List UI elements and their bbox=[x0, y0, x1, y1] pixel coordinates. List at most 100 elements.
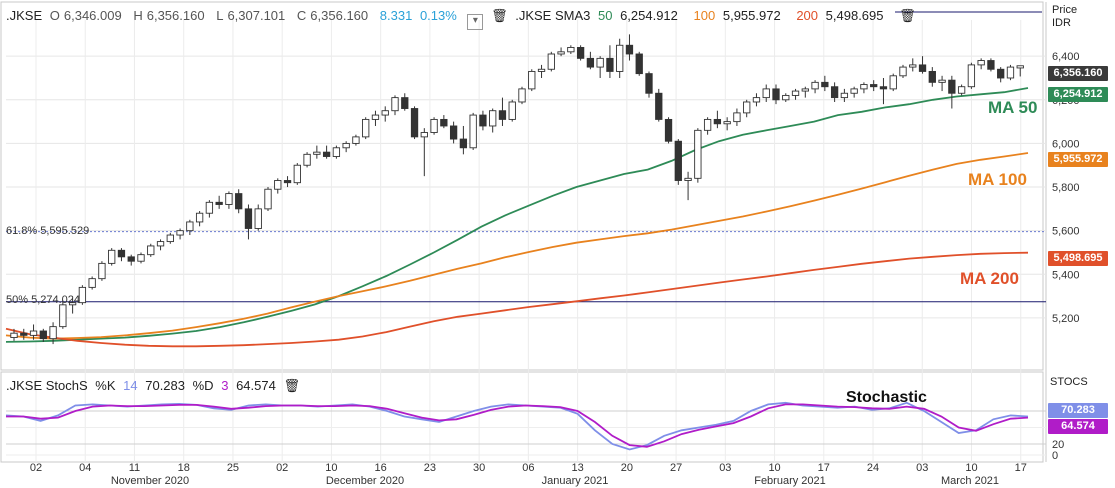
x-day-tick-label: 10 bbox=[965, 462, 977, 474]
candle-body bbox=[205, 201, 214, 214]
x-day-tick-label: 18 bbox=[178, 462, 190, 474]
candle-body bbox=[518, 88, 526, 103]
candle-body bbox=[371, 114, 380, 120]
candle-body bbox=[899, 66, 907, 77]
stoch-d-value: 64.574 bbox=[236, 378, 276, 393]
ma-series-line bbox=[5, 87, 1029, 343]
price-tick-label: 5,200 bbox=[1052, 313, 1080, 325]
candle-body bbox=[997, 68, 1005, 79]
candle-body bbox=[59, 304, 67, 328]
candle-body bbox=[909, 64, 917, 68]
candle-body bbox=[938, 79, 946, 83]
low-label: L 6,307.101 bbox=[216, 8, 286, 23]
candle-body bbox=[176, 230, 184, 236]
x-day-tick-label: 30 bbox=[473, 462, 485, 474]
candle-body bbox=[254, 208, 262, 229]
ma50-price-tag: 6,254.912 bbox=[1048, 87, 1108, 102]
trash-icon[interactable]: 🗑 bbox=[283, 378, 300, 393]
change-percent: 0.13% bbox=[419, 8, 457, 23]
candle-body bbox=[147, 245, 155, 256]
candle-body bbox=[870, 84, 878, 88]
candle-body bbox=[879, 86, 888, 90]
sma100-period: 100 bbox=[693, 8, 716, 23]
ma100-price-tag: 5,955.972 bbox=[1048, 152, 1108, 167]
candle-body bbox=[557, 51, 565, 55]
candle-body bbox=[733, 112, 741, 123]
stoch-series-line bbox=[5, 401, 1029, 451]
x-day-tick-label: 11 bbox=[129, 462, 140, 474]
candle-body bbox=[264, 188, 272, 210]
x-day-tick-label: 17 bbox=[818, 462, 830, 474]
candle-body bbox=[49, 326, 57, 340]
ma200-annotation: MA 200 bbox=[960, 269, 1019, 288]
candle-body bbox=[830, 86, 839, 99]
price-tick-label: 5,400 bbox=[1052, 269, 1080, 281]
chart-window: 6,4006,2006,0005,8005,6005,4005,20002041… bbox=[0, 0, 1115, 488]
candle-body bbox=[703, 118, 712, 131]
candle-body bbox=[645, 73, 653, 94]
candle-body bbox=[821, 81, 829, 88]
sma100-value: 5,955.972 bbox=[722, 8, 781, 23]
candle-body bbox=[498, 110, 507, 120]
candle-body bbox=[811, 81, 819, 90]
fib-50-label: 50% 5,274.024 bbox=[6, 294, 81, 306]
price-header: .JKSE O 6,346.009 H 6,356.160 L 6,307.101 C… bbox=[6, 6, 920, 30]
candle-body bbox=[606, 57, 614, 72]
candle-body bbox=[547, 53, 555, 70]
candle-body bbox=[977, 60, 985, 66]
stoch-k-tag: 70.283 bbox=[1048, 403, 1108, 418]
candle-body bbox=[479, 114, 487, 127]
candle-body bbox=[88, 278, 96, 288]
candle-body bbox=[186, 221, 194, 232]
close-price-tag: 6,356.160 bbox=[1048, 66, 1108, 81]
candle-body bbox=[303, 153, 311, 166]
candle-body bbox=[674, 140, 682, 181]
candle-body bbox=[801, 88, 809, 92]
candle-body bbox=[655, 92, 663, 120]
candle-body bbox=[664, 118, 673, 142]
x-day-tick-label: 06 bbox=[522, 462, 534, 474]
change-value: 8.331 bbox=[379, 8, 413, 23]
candle-body bbox=[352, 136, 360, 144]
candle-body bbox=[957, 86, 966, 94]
trash-icon[interactable]: 🗑 bbox=[491, 8, 508, 23]
candle-body bbox=[596, 57, 604, 68]
x-month-label: January 2021 bbox=[542, 475, 609, 487]
candle-body bbox=[791, 90, 800, 96]
candle-body bbox=[528, 70, 536, 90]
candle-body bbox=[235, 193, 243, 210]
candle-body bbox=[322, 151, 331, 157]
sma200-value: 5,498.695 bbox=[825, 8, 884, 23]
candle-body bbox=[948, 79, 956, 94]
candle-body bbox=[410, 108, 419, 138]
candle-body bbox=[313, 151, 321, 155]
x-day-tick-label: 24 bbox=[867, 462, 879, 474]
candle-body bbox=[459, 138, 468, 149]
x-day-tick-label: 25 bbox=[227, 462, 239, 474]
candle-body bbox=[98, 262, 106, 280]
candle-body bbox=[166, 234, 174, 243]
candle-body bbox=[156, 241, 165, 247]
sma200-period: 200 bbox=[796, 8, 819, 23]
chevron-down-icon[interactable]: ▾ bbox=[467, 14, 484, 30]
ma100-annotation: MA 100 bbox=[968, 170, 1027, 189]
candle-body bbox=[244, 208, 253, 229]
price-tick-label: 5,600 bbox=[1052, 226, 1080, 238]
candle-body bbox=[381, 110, 389, 116]
price-axis-unit: IDR bbox=[1052, 17, 1071, 29]
x-day-tick-label: 04 bbox=[79, 462, 91, 474]
x-month-label: November 2020 bbox=[111, 475, 189, 487]
x-day-tick-label: 17 bbox=[1015, 462, 1027, 474]
x-day-tick-label: 23 bbox=[424, 462, 436, 474]
candle-body bbox=[117, 249, 126, 258]
x-day-tick-label: 13 bbox=[571, 462, 583, 474]
stoch-label: .JKSE StochS bbox=[6, 378, 88, 393]
candle-body bbox=[508, 101, 516, 120]
candle-body bbox=[489, 110, 497, 127]
x-day-tick-label: 10 bbox=[325, 462, 337, 474]
stoch-k-value: 70.283 bbox=[145, 378, 185, 393]
x-day-tick-label: 02 bbox=[30, 462, 42, 474]
candle-body bbox=[283, 180, 292, 184]
stoch-k-period: 14 bbox=[123, 378, 138, 393]
trash-icon[interactable]: 🗑 bbox=[899, 8, 916, 23]
